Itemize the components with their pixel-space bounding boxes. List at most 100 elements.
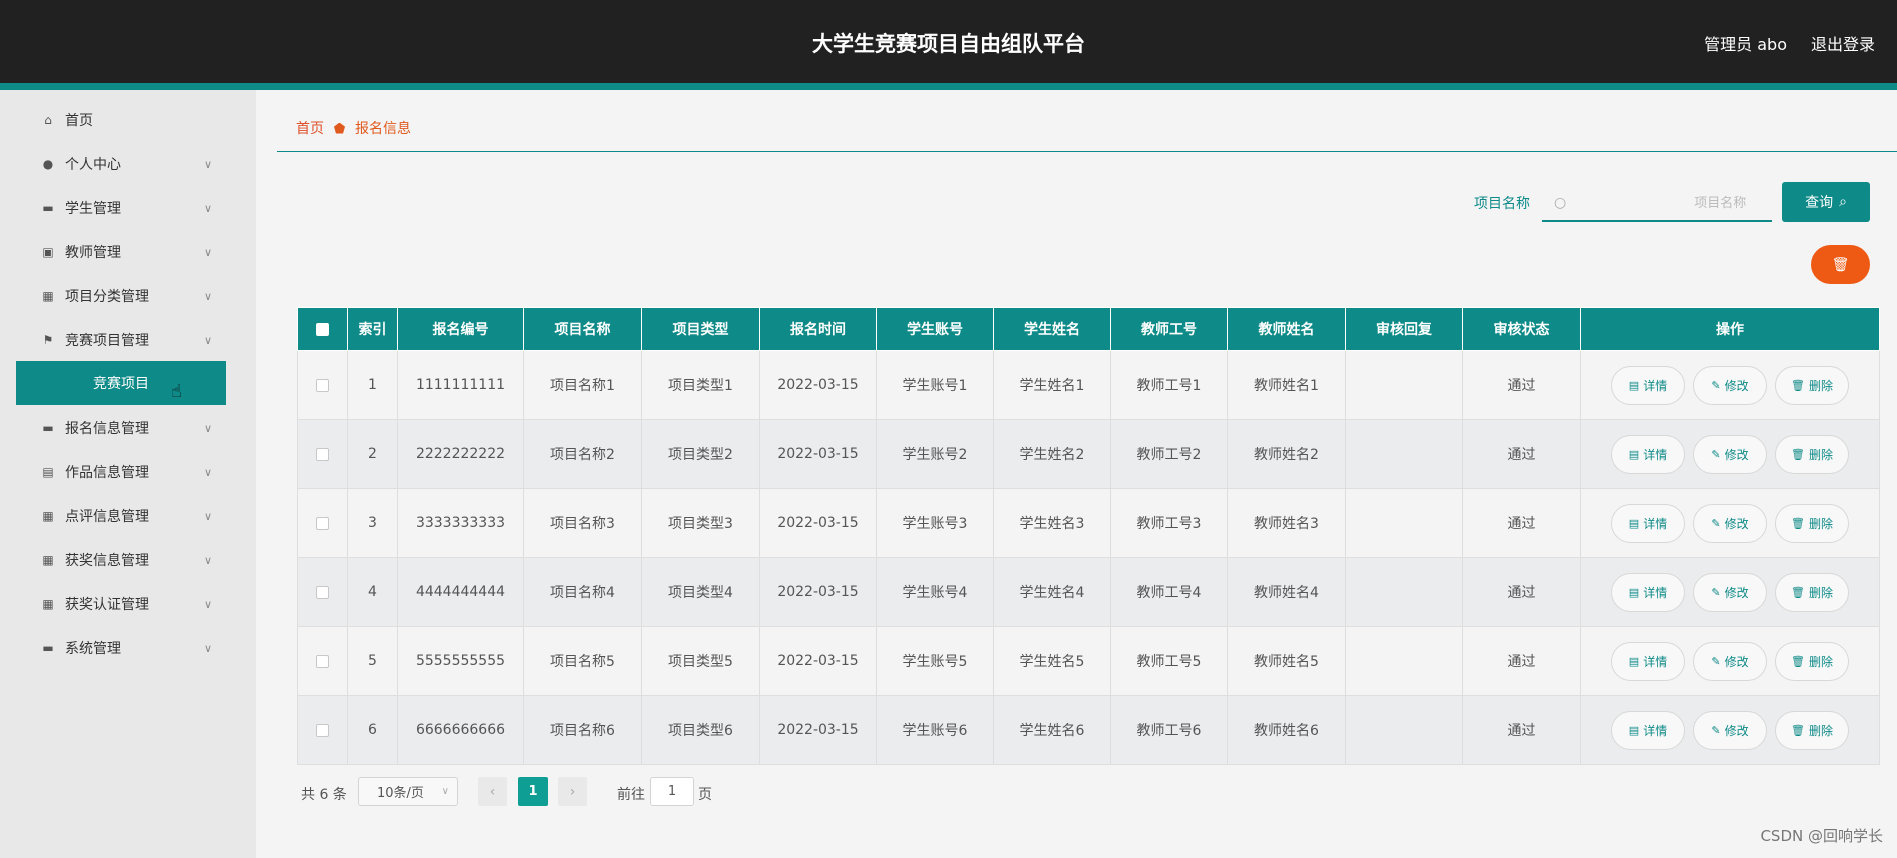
table-cell: 项目名称4	[523, 557, 642, 627]
search-label: 项目名称	[1474, 196, 1530, 212]
table-cell	[1345, 695, 1463, 765]
detail-button-label: 详情	[1643, 585, 1668, 600]
query-button[interactable]: 查询 ⌕	[1782, 182, 1870, 222]
row-checkbox[interactable]	[316, 516, 329, 530]
table-cell: 教师工号5	[1110, 626, 1228, 696]
delete-button[interactable]: 🗑 删除	[1775, 434, 1849, 474]
table-cell: 学生姓名5	[993, 626, 1111, 696]
table-cell: 项目名称5	[523, 626, 642, 696]
trash-icon: 🗑	[1791, 447, 1805, 461]
detail-button[interactable]: ▤ 详情	[1611, 710, 1685, 750]
detail-button[interactable]: ▤ 详情	[1611, 641, 1685, 681]
sidebar-subitem-competition-project[interactable]: 竞赛项目	[16, 361, 226, 405]
breadcrumb-home[interactable]: 首页	[296, 118, 324, 138]
table-cell: 项目名称1	[523, 350, 642, 420]
edit-button[interactable]: ✎ 修改	[1693, 503, 1767, 543]
table-cell: 项目类型1	[641, 350, 760, 420]
pencil-icon: ✎	[1711, 516, 1721, 530]
briefcase-icon: ▬	[42, 201, 54, 215]
row-checkbox[interactable]	[316, 447, 329, 461]
sidebar-item[interactable]: ▦ 点评信息管理 ∨	[0, 494, 256, 538]
table-cell: 学生账号1	[876, 350, 994, 420]
delete-button[interactable]: 🗑 删除	[1775, 503, 1849, 543]
edit-button[interactable]: ✎ 修改	[1693, 641, 1767, 681]
table-cell: 2022-03-15	[759, 626, 877, 696]
page-number-current[interactable]: 1	[518, 777, 548, 806]
sidebar-item-label: 学生管理	[65, 201, 121, 217]
edit-button-label: 修改	[1724, 378, 1749, 393]
row-select-cell	[297, 350, 348, 420]
table-cell: 教师姓名4	[1227, 557, 1346, 627]
table-cell	[1345, 350, 1463, 420]
goto-page-input[interactable]: 1	[650, 777, 694, 806]
delete-button[interactable]: 🗑 删除	[1775, 641, 1849, 681]
prev-page-button[interactable]: ‹	[478, 777, 507, 806]
sidebar-item[interactable]: ▬ 报名信息管理 ∨	[0, 406, 256, 450]
detail-button-label: 详情	[1643, 378, 1668, 393]
table-cell: 学生姓名3	[993, 488, 1111, 558]
detail-button-label: 详情	[1643, 516, 1668, 531]
row-checkbox[interactable]	[316, 378, 329, 392]
chevron-right-icon: ›	[569, 783, 576, 800]
row-checkbox[interactable]	[316, 723, 329, 737]
delete-button[interactable]: 🗑 删除	[1775, 710, 1849, 750]
sidebar-item[interactable]: ● 个人中心 ∨	[0, 142, 256, 186]
edit-button-label: 修改	[1724, 447, 1749, 462]
current-user-label[interactable]: 管理员 abo	[1704, 31, 1787, 55]
sidebar-item[interactable]: ⌂ 首页	[0, 98, 256, 142]
table-cell: 5555555555	[397, 626, 524, 696]
column-header: 项目名称	[523, 307, 642, 351]
delete-button-label: 删除	[1808, 516, 1833, 531]
table-cell: 项目名称3	[523, 488, 642, 558]
search-box: ○	[1542, 186, 1772, 222]
batch-delete-button[interactable]: 🗑	[1811, 245, 1870, 284]
sidebar-item[interactable]: ▣ 教师管理 ∨	[0, 230, 256, 274]
table-cell	[1345, 557, 1463, 627]
sidebar-item[interactable]: ▦ 获奖信息管理 ∨	[0, 538, 256, 582]
detail-button[interactable]: ▤ 详情	[1611, 434, 1685, 474]
sidebar-item[interactable]: ▦ 获奖认证管理 ∨	[0, 582, 256, 626]
edit-button-label: 修改	[1724, 723, 1749, 738]
logout-link[interactable]: 退出登录	[1811, 31, 1875, 55]
row-checkbox[interactable]	[316, 585, 329, 599]
page-size-select[interactable]: 10条/页 ∨	[358, 777, 458, 806]
row-checkbox[interactable]	[316, 654, 329, 668]
home-icon: ⌂	[44, 113, 52, 127]
column-header: 项目类型	[641, 307, 760, 351]
column-header: 审核回复	[1345, 307, 1463, 351]
sidebar-item[interactable]: ▤ 作品信息管理 ∨	[0, 450, 256, 494]
pencil-icon: ✎	[1711, 723, 1721, 737]
select-all-checkbox[interactable]	[316, 322, 329, 336]
row-actions-cell: ▤ 详情 ✎ 修改 🗑 删除	[1580, 695, 1880, 765]
table-cell: 项目名称2	[523, 419, 642, 489]
sidebar-item-label: 系统管理	[65, 641, 121, 657]
project-name-search-input[interactable]	[1566, 195, 1757, 211]
chevron-down-icon: ∨	[204, 333, 213, 347]
user-area: 管理员 abo 退出登录	[1704, 31, 1875, 55]
table-cell: 项目类型3	[641, 488, 760, 558]
table-cell: 教师工号6	[1110, 695, 1228, 765]
detail-button[interactable]: ▤ 详情	[1611, 572, 1685, 612]
sidebar-item[interactable]: ▬ 系统管理 ∨	[0, 626, 256, 670]
breadcrumb-current: 报名信息	[355, 121, 411, 137]
delete-button[interactable]: 🗑 删除	[1775, 365, 1849, 405]
detail-button[interactable]: ▤ 详情	[1611, 365, 1685, 405]
sidebar-item[interactable]: ⚑ 竞赛项目管理 ∨	[0, 318, 256, 362]
delete-button[interactable]: 🗑 删除	[1775, 572, 1849, 612]
row-select-cell	[297, 557, 348, 627]
pagination-total: 共 6 条	[301, 787, 347, 803]
detail-button-label: 详情	[1643, 723, 1668, 738]
detail-button[interactable]: ▤ 详情	[1611, 503, 1685, 543]
app-title: 大学生竞赛项目自由组队平台	[812, 32, 1085, 56]
sidebar-item-label: 首页	[65, 113, 93, 129]
sidebar-item[interactable]: ▦ 项目分类管理 ∨	[0, 274, 256, 318]
next-page-button[interactable]: ›	[558, 777, 587, 806]
edit-button[interactable]: ✎ 修改	[1693, 710, 1767, 750]
edit-button[interactable]: ✎ 修改	[1693, 434, 1767, 474]
edit-button[interactable]: ✎ 修改	[1693, 365, 1767, 405]
breadcrumb-divider	[277, 151, 1897, 152]
table-cell	[1345, 419, 1463, 489]
column-header: 学生账号	[876, 307, 994, 351]
sidebar-item[interactable]: ▬ 学生管理 ∨	[0, 186, 256, 230]
edit-button[interactable]: ✎ 修改	[1693, 572, 1767, 612]
